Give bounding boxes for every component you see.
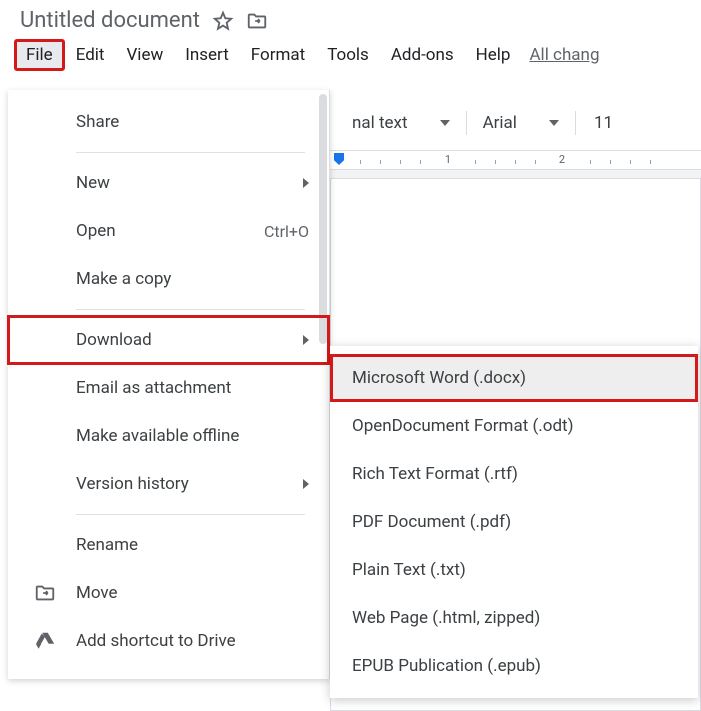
- menu-item-label: Move: [76, 583, 118, 603]
- menu-item-rename[interactable]: Rename: [8, 521, 329, 569]
- divider: [76, 514, 305, 515]
- shortcut-label: Ctrl+O: [264, 222, 309, 241]
- menu-item-new[interactable]: New: [8, 159, 329, 207]
- menu-item-label: Make available offline: [76, 426, 239, 446]
- submenu-item-rtf[interactable]: Rich Text Format (.rtf): [330, 450, 698, 498]
- indent-handle-icon[interactable]: [334, 153, 344, 165]
- toolbar-separator: [575, 111, 576, 135]
- ruler-number: 1: [445, 153, 451, 166]
- menu-item-email-attachment[interactable]: Email as attachment: [8, 364, 329, 412]
- drive-icon: [34, 630, 56, 652]
- font-dropdown[interactable]: Arial: [477, 109, 565, 137]
- menu-addons[interactable]: Add-ons: [380, 39, 465, 71]
- submenu-arrow-icon: [303, 178, 309, 188]
- menu-edit[interactable]: Edit: [65, 39, 116, 71]
- menu-item-label: Add shortcut to Drive: [76, 631, 236, 651]
- divider: [76, 152, 305, 153]
- toolbar: nal text Arial 11: [330, 98, 701, 148]
- menu-item-label: New: [76, 173, 110, 193]
- move-folder-icon[interactable]: [246, 10, 268, 32]
- divider: [76, 309, 305, 310]
- menu-item-add-shortcut-drive[interactable]: Add shortcut to Drive: [8, 617, 329, 665]
- menu-bar: File Edit View Insert Format Tools Add-o…: [0, 39, 701, 71]
- submenu-item-odt[interactable]: OpenDocument Format (.odt): [330, 402, 698, 450]
- title-bar: Untitled document: [0, 0, 701, 39]
- changes-link[interactable]: All chang: [529, 45, 599, 65]
- ruler[interactable]: 1 2: [330, 150, 701, 170]
- menu-item-label: Rename: [76, 535, 138, 555]
- paragraph-style-label: nal text: [352, 113, 408, 133]
- menu-item-label: Make a copy: [76, 269, 171, 289]
- menu-item-available-offline[interactable]: Make available offline: [8, 412, 329, 460]
- menu-item-label: Download: [76, 330, 152, 350]
- menu-format[interactable]: Format: [240, 39, 316, 71]
- menu-item-download[interactable]: Download: [8, 316, 329, 364]
- submenu-item-pdf[interactable]: PDF Document (.pdf): [330, 498, 698, 546]
- font-label: Arial: [483, 113, 517, 133]
- menu-item-make-copy[interactable]: Make a copy: [8, 255, 329, 303]
- menu-tools[interactable]: Tools: [316, 39, 380, 71]
- submenu-arrow-icon: [303, 479, 309, 489]
- document-title[interactable]: Untitled document: [20, 8, 200, 33]
- submenu-arrow-icon: [303, 335, 309, 345]
- dropdown-arrow-icon: [440, 120, 450, 126]
- menu-view[interactable]: View: [115, 39, 174, 71]
- menu-insert[interactable]: Insert: [174, 39, 240, 71]
- folder-move-icon: [34, 582, 56, 604]
- dropdown-arrow-icon: [549, 120, 559, 126]
- paragraph-style-dropdown[interactable]: nal text: [346, 109, 456, 137]
- menu-item-label: Email as attachment: [76, 378, 231, 398]
- menu-item-share[interactable]: Share: [8, 98, 329, 146]
- menu-help[interactable]: Help: [465, 39, 522, 71]
- menu-item-move[interactable]: Move: [8, 569, 329, 617]
- star-icon[interactable]: [212, 10, 234, 32]
- menu-item-label: Version history: [76, 474, 189, 494]
- menu-item-label: Open: [76, 221, 116, 241]
- toolbar-separator: [466, 111, 467, 135]
- submenu-item-txt[interactable]: Plain Text (.txt): [330, 546, 698, 594]
- menu-item-label: Share: [76, 112, 119, 132]
- menu-file[interactable]: File: [14, 39, 65, 71]
- download-submenu: Microsoft Word (.docx) OpenDocument Form…: [330, 346, 698, 698]
- menu-item-version-history[interactable]: Version history: [8, 460, 329, 508]
- submenu-item-docx[interactable]: Microsoft Word (.docx): [330, 354, 698, 402]
- submenu-item-html[interactable]: Web Page (.html, zipped): [330, 594, 698, 642]
- submenu-item-epub[interactable]: EPUB Publication (.epub): [330, 642, 698, 690]
- ruler-number: 2: [559, 153, 565, 166]
- menu-item-open[interactable]: Open Ctrl+O: [8, 207, 329, 255]
- font-size-input[interactable]: 11: [586, 109, 621, 137]
- file-menu-dropdown: Share New Open Ctrl+O Make a copy Downlo…: [8, 90, 330, 679]
